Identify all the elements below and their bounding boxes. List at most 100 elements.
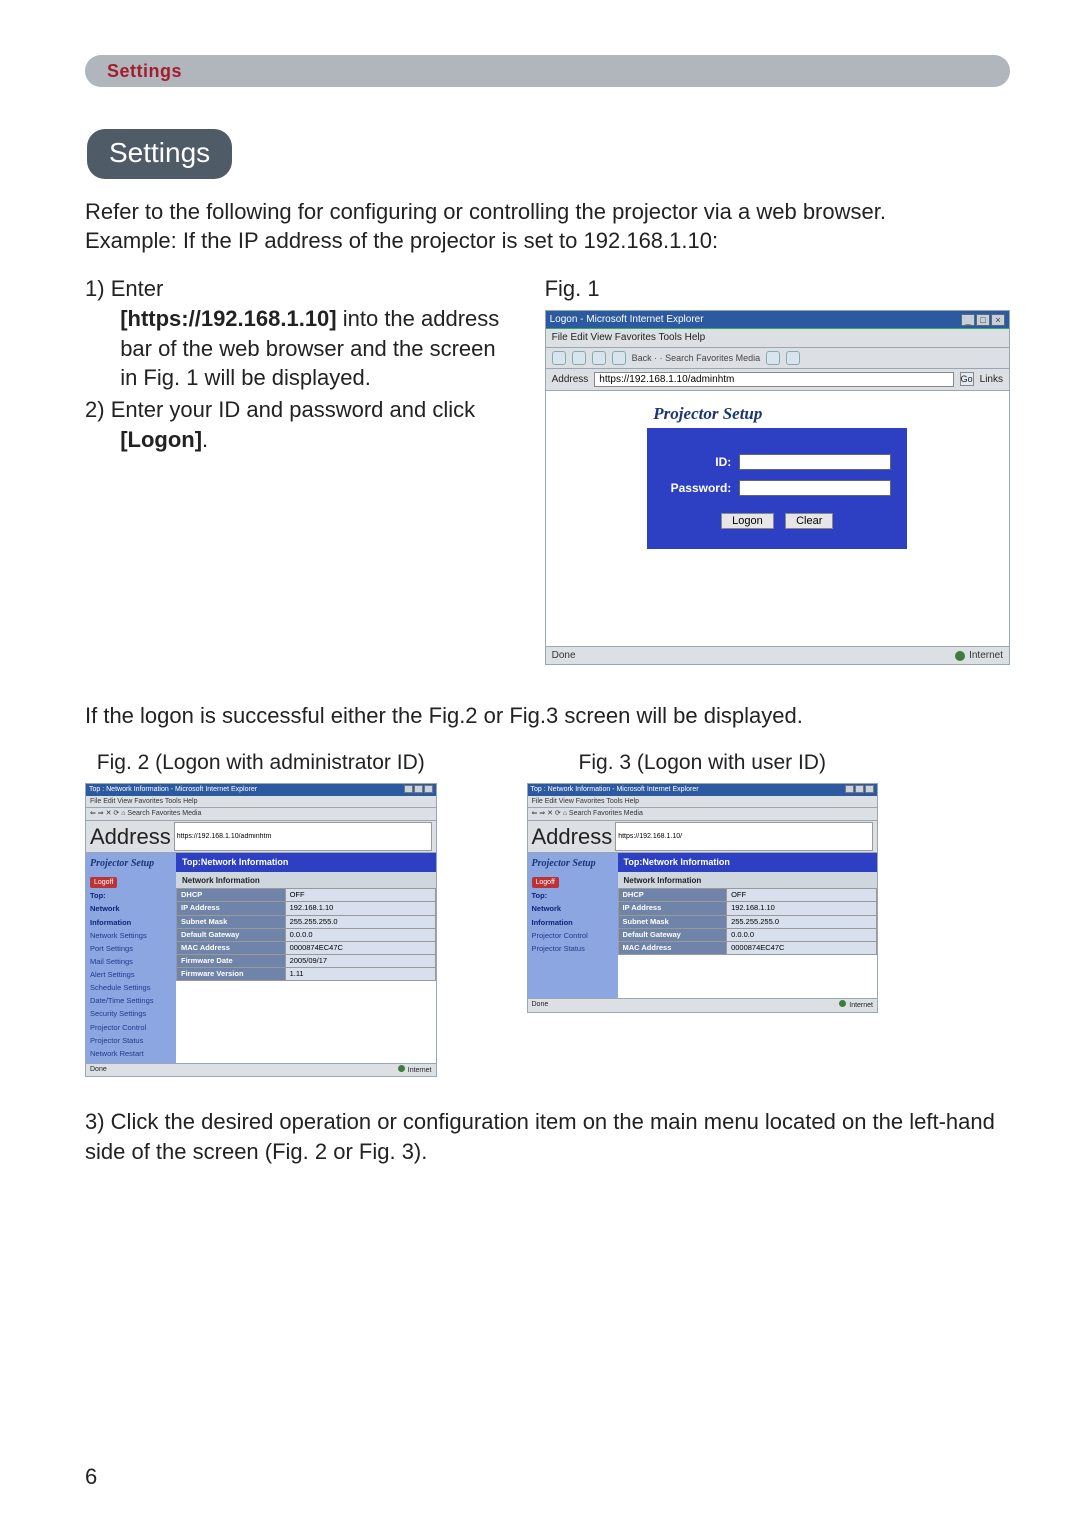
stop-icon[interactable] xyxy=(592,351,606,365)
fig1-caption: Fig. 1 xyxy=(545,274,1010,304)
fig3-status-zone: Internet xyxy=(849,1002,873,1009)
window-controls: _ □ × xyxy=(961,314,1005,326)
logon-panel: ID: Password: Logon Clear xyxy=(647,428,907,549)
sidebar-item[interactable]: Mail Settings xyxy=(90,957,172,967)
toolbar-labels: Back · · Search Favorites Media xyxy=(632,352,761,364)
section-bar: Settings xyxy=(85,55,1010,87)
fig2-brand: Projector Setup xyxy=(90,857,172,871)
ie-viewport: Projector Setup ID: Password: Logon Cl xyxy=(546,391,1009,646)
fig2-block: Fig. 2 (Logon with administrator ID) Top… xyxy=(85,749,437,1077)
steps-list: Enter [https://192.168.1.10] into the ad… xyxy=(85,274,515,454)
close-icon[interactable] xyxy=(865,785,874,793)
clear-button[interactable]: Clear xyxy=(785,513,833,529)
fig3-menubar[interactable]: File Edit View Favorites Tools Help xyxy=(528,796,878,808)
sidebar-item[interactable]: Network Settings xyxy=(90,931,172,941)
sidebar-item[interactable]: Port Settings xyxy=(90,944,172,954)
fig3-block: Fig. 3 (Logon with user ID) Top : Networ… xyxy=(527,749,879,1077)
close-icon[interactable] xyxy=(424,785,433,793)
fig2-ie-title: Top : Network Information - Microsoft In… xyxy=(89,785,257,794)
go-button[interactable]: Go xyxy=(960,372,974,386)
table-row: Subnet Mask255.255.255.0 xyxy=(618,915,877,928)
id-row: ID: xyxy=(663,454,891,470)
back-icon[interactable] xyxy=(552,351,566,365)
fig2-menubar[interactable]: File Edit View Favorites Tools Help xyxy=(86,796,436,808)
globe-icon xyxy=(398,1065,405,1072)
logon-button[interactable]: Logon xyxy=(721,513,774,529)
maximize-icon[interactable]: □ xyxy=(976,314,990,326)
minimize-icon[interactable] xyxy=(404,785,413,793)
intro-line-1: Refer to the following for configuring o… xyxy=(85,199,886,224)
sidebar-item[interactable]: Network xyxy=(532,904,614,914)
password-label: Password: xyxy=(663,480,731,496)
fig2-address-label: Address xyxy=(90,822,171,852)
sidebar-item[interactable]: Schedule Settings xyxy=(90,983,172,993)
refresh-icon[interactable] xyxy=(612,351,626,365)
ie-menubar[interactable]: File Edit View Favorites Tools Help xyxy=(546,329,1009,348)
projector-setup-box: Projector Setup ID: Password: Logon Cl xyxy=(647,403,907,549)
fig3-header: Top:Network Information xyxy=(618,853,878,871)
fig2-table: DHCPOFF IP Address192.168.1.10 Subnet Ma… xyxy=(176,888,436,981)
minimize-icon[interactable] xyxy=(845,785,854,793)
fig2-header: Top:Network Information xyxy=(176,853,436,871)
step-2: Enter your ID and password and click [Lo… xyxy=(85,395,515,454)
table-row: DHCPOFF xyxy=(618,889,877,902)
fig3-browser-window: Top : Network Information - Microsoft In… xyxy=(527,783,879,1012)
fig3-toolbar[interactable]: ⇐ ⇒ ✕ ⟳ ⌂ Search Favorites Media xyxy=(528,808,878,820)
maximize-icon[interactable] xyxy=(414,785,423,793)
ie-title-text: Logon - Microsoft Internet Explorer xyxy=(550,313,704,327)
fig2-address-input[interactable] xyxy=(174,822,432,852)
ie-statusbar: Done Internet xyxy=(546,646,1009,665)
links-label[interactable]: Links xyxy=(980,373,1003,387)
minimize-icon[interactable]: _ xyxy=(961,314,975,326)
globe-icon xyxy=(955,651,965,661)
sidebar-item[interactable]: Projector Control xyxy=(90,1023,172,1033)
id-input[interactable] xyxy=(739,454,891,470)
sidebar-item[interactable]: Information xyxy=(532,918,614,928)
fig2-sidebar: Projector Setup Logoff Top: Network Info… xyxy=(86,853,176,1063)
address-input[interactable] xyxy=(594,372,953,387)
fig3-caption: Fig. 3 (Logon with user ID) xyxy=(527,749,879,777)
sidebar-item[interactable]: Date/Time Settings xyxy=(90,996,172,1006)
status-done: Done xyxy=(552,649,576,663)
fig2-toolbar[interactable]: ⇐ ⇒ ✕ ⟳ ⌂ Search Favorites Media xyxy=(86,808,436,820)
intro-line-2: Example: If the IP address of the projec… xyxy=(85,228,718,253)
sidebar-item[interactable]: Security Settings xyxy=(90,1009,172,1019)
table-row: Default Gateway0.0.0.0 xyxy=(618,928,877,941)
table-row: IP Address192.168.1.10 xyxy=(177,902,436,915)
sidebar-item[interactable]: Alert Settings xyxy=(90,970,172,980)
fig3-address-label: Address xyxy=(532,822,613,852)
sidebar-item[interactable]: Information xyxy=(90,918,172,928)
sidebar-item[interactable]: Network xyxy=(90,904,172,914)
home-icon[interactable] xyxy=(766,351,780,365)
table-row: MAC Address0000874EC47C xyxy=(618,941,877,954)
intro-paragraph: Refer to the following for configuring o… xyxy=(85,197,1010,256)
pw-row: Password: xyxy=(663,480,891,496)
status-zone: Internet xyxy=(955,649,1003,663)
step1-url: [https://192.168.1.10] xyxy=(120,306,336,331)
page-number: 6 xyxy=(85,1462,97,1492)
table-row: DHCPOFF xyxy=(177,889,436,902)
fig1-browser-window: Logon - Microsoft Internet Explorer _ □ … xyxy=(545,310,1010,666)
password-input[interactable] xyxy=(739,480,891,496)
sidebar-item[interactable]: Projector Control xyxy=(532,931,614,941)
fig3-table: DHCPOFF IP Address192.168.1.10 Subnet Ma… xyxy=(618,888,878,955)
fig3-status-done: Done xyxy=(532,1000,549,1010)
sidebar-item[interactable]: Top: xyxy=(90,891,172,901)
status-zone-label: Internet xyxy=(969,649,1003,663)
step2-c: . xyxy=(202,427,208,452)
mail-icon[interactable] xyxy=(786,351,800,365)
maximize-icon[interactable] xyxy=(855,785,864,793)
logoff-button[interactable]: Logoff xyxy=(90,877,117,888)
sidebar-item[interactable]: Projector Status xyxy=(532,944,614,954)
fig2-browser-window: Top : Network Information - Microsoft In… xyxy=(85,783,437,1077)
sidebar-item[interactable]: Network Restart xyxy=(90,1049,172,1059)
ie-toolbar[interactable]: Back · · Search Favorites Media xyxy=(546,348,1009,369)
sidebar-item[interactable]: Top: xyxy=(532,891,614,901)
fig3-address-input[interactable] xyxy=(615,822,873,852)
step-3: 3) Click the desired operation or config… xyxy=(85,1107,1010,1166)
close-icon[interactable]: × xyxy=(991,314,1005,326)
sidebar-item[interactable]: Projector Status xyxy=(90,1036,172,1046)
step2-b: [Logon] xyxy=(120,427,202,452)
forward-icon[interactable] xyxy=(572,351,586,365)
logoff-button[interactable]: Logoff xyxy=(532,877,559,888)
